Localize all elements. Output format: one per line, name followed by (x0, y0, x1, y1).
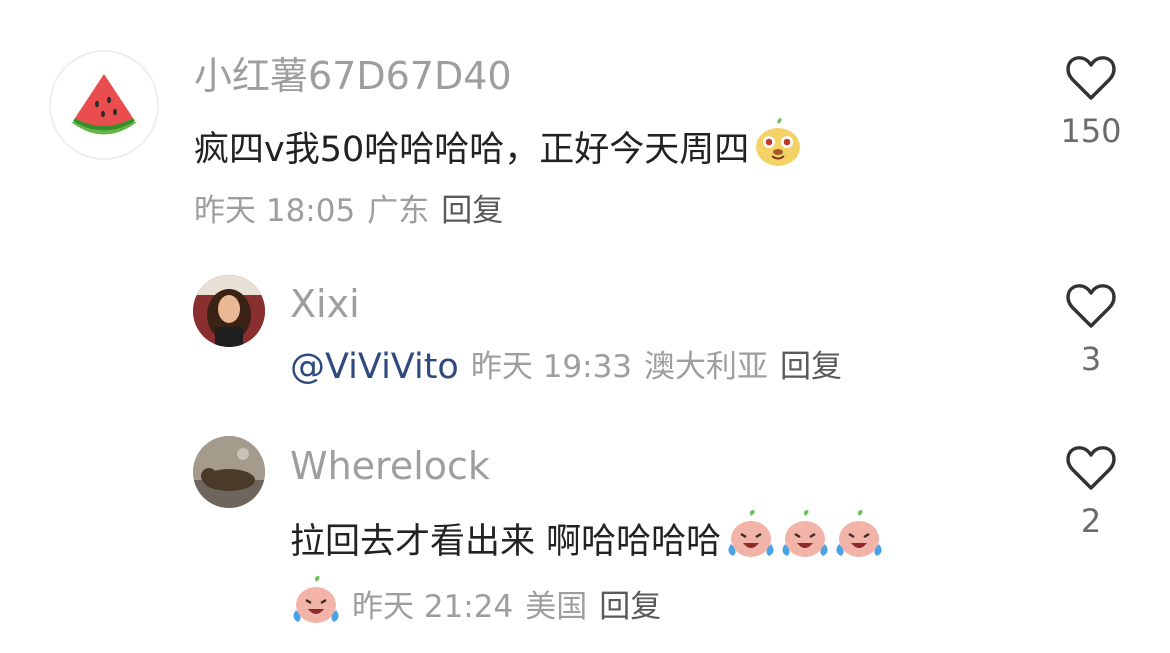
avatar[interactable] (49, 50, 159, 160)
reply-like-count: 2 (1080, 502, 1102, 540)
comment-reply-button[interactable]: 回复 (441, 190, 503, 232)
comment-text-row: 疯四v我50哈哈哈哈，正好今天周四 (194, 118, 803, 181)
comment-like[interactable]: 150 (1031, 54, 1151, 150)
reply-like[interactable]: 3 (1031, 282, 1151, 378)
comment-meta: 昨天 18:05 广东 回复 (194, 190, 515, 232)
reply-like[interactable]: 2 (1031, 444, 1151, 540)
heart-icon[interactable] (1065, 282, 1117, 330)
heart-icon[interactable] (1065, 54, 1117, 102)
reply-text-row: 拉回去才看出来 啊哈哈哈哈 (290, 510, 885, 573)
laugh-cry-icon (725, 510, 777, 573)
comment-text: 疯四v我50哈哈哈哈，正好今天周四 (194, 129, 750, 170)
avatar[interactable] (193, 436, 265, 508)
reply-text: 拉回去才看出来 啊哈哈哈哈 (290, 521, 722, 562)
seal-photo-icon (193, 436, 265, 508)
reply-item: Wherelock 拉回去才看出来 啊哈哈哈哈 昨天 21:24 美国 回复 2 (0, 420, 1170, 653)
laugh-cry-icon (833, 510, 885, 573)
reply-reply-button[interactable]: 回复 (599, 586, 661, 628)
person-photo-icon (193, 275, 265, 347)
reply-location: 美国 (525, 588, 588, 625)
reply-meta: 昨天 21:24 美国 回复 (290, 576, 673, 637)
reply-username[interactable]: Wherelock (290, 442, 490, 490)
reply-time: 昨天 21:24 (352, 588, 514, 625)
comment-username[interactable]: 小红薯67D67D40 (194, 52, 512, 100)
heart-icon[interactable] (1065, 444, 1117, 492)
reply-item: Xixi @ViViVito 昨天 19:33 澳大利亚 回复 3 (0, 260, 1170, 410)
laugh-cry-icon (290, 576, 342, 637)
reply-reply-button[interactable]: 回复 (780, 346, 842, 388)
reply-username[interactable]: Xixi (290, 280, 360, 328)
comment-time: 昨天 18:05 (194, 193, 356, 229)
reply-mention[interactable]: @ViViVito (290, 346, 459, 388)
reply-location: 澳大利亚 (644, 349, 769, 385)
laugh-cry-icon (779, 510, 831, 573)
comment: 小红薯67D67D40 疯四v我50哈哈哈哈，正好今天周四 昨天 18:05 广… (0, 0, 1170, 250)
bun-smile-icon (753, 118, 803, 181)
watermelon-avatar-icon (71, 74, 137, 135)
reply-meta: @ViViVito 昨天 19:33 澳大利亚 回复 (290, 346, 854, 388)
comment-like-count: 150 (1060, 112, 1122, 150)
reply-time: 昨天 19:33 (470, 349, 633, 385)
comment-location: 广东 (367, 193, 430, 229)
reply-like-count: 3 (1080, 340, 1102, 378)
avatar[interactable] (193, 275, 265, 347)
